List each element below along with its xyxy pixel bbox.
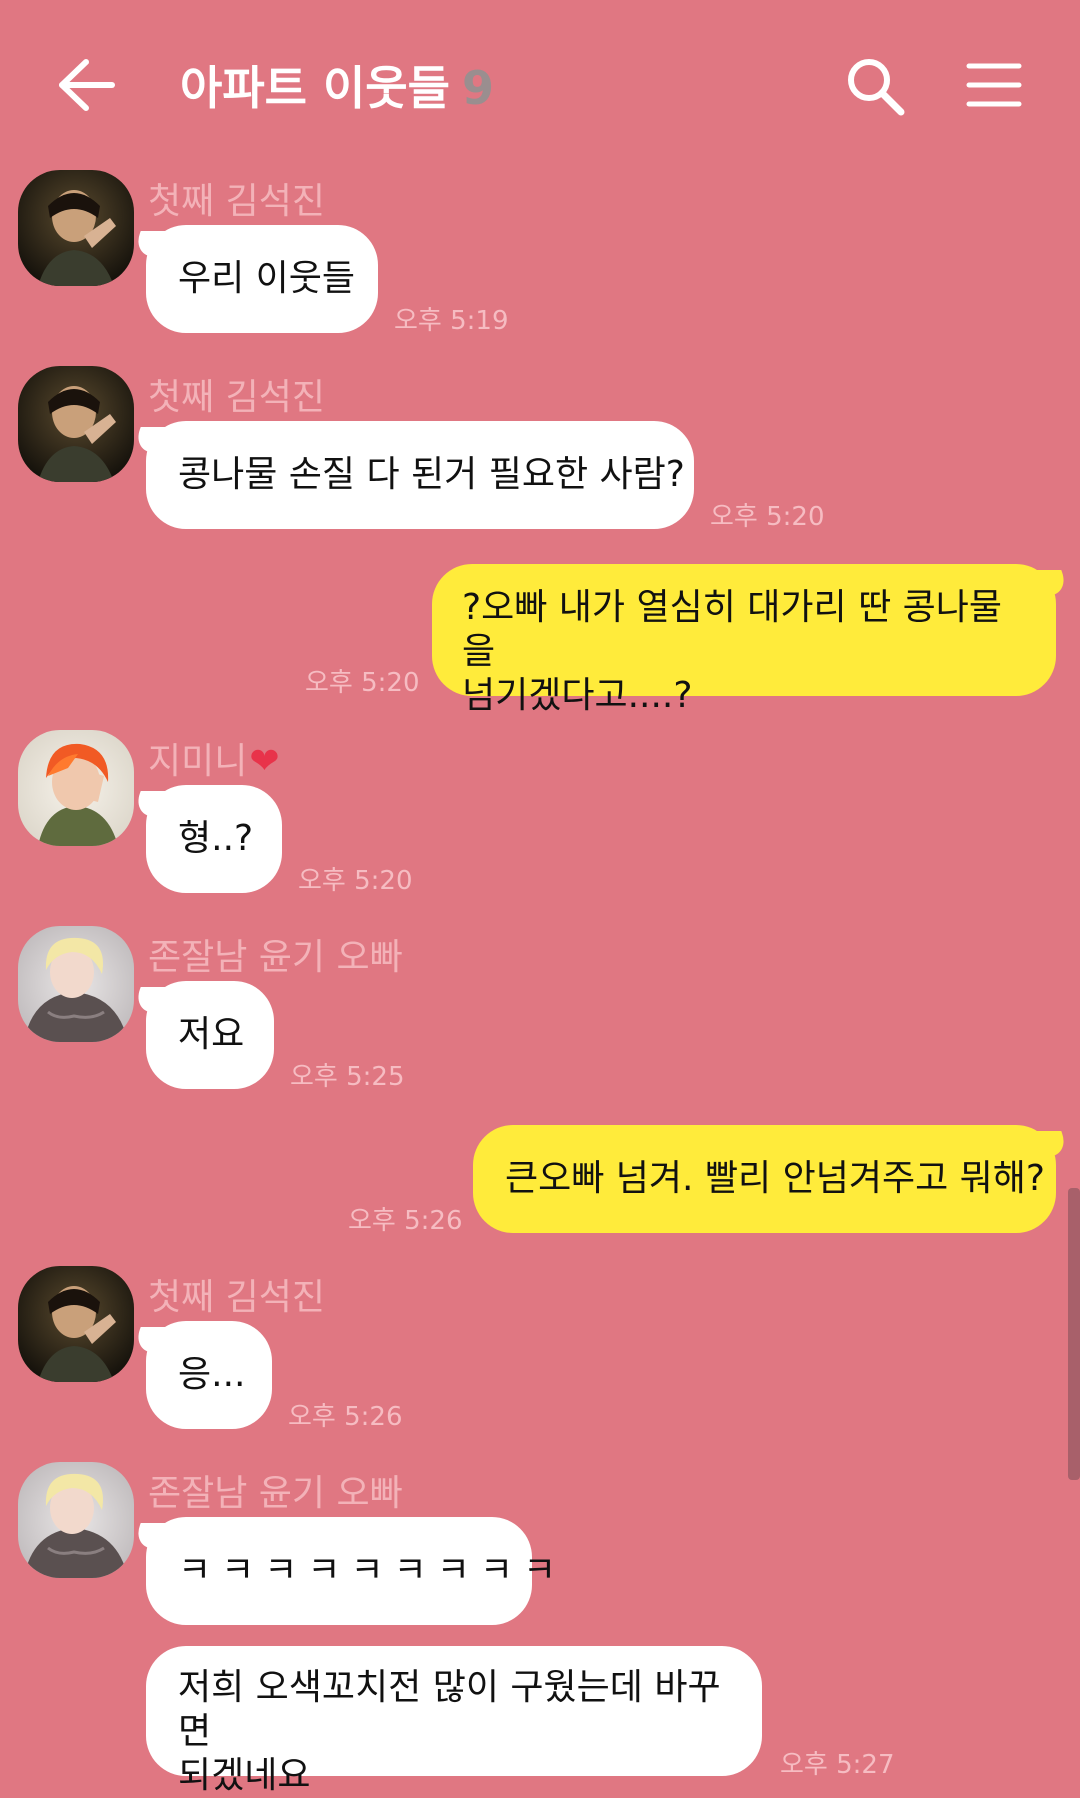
sender-name: 지미니❤ <box>148 732 280 784</box>
message-line: ?오빠 내가 열심히 대가리 딴 콩나물을 <box>462 587 1003 672</box>
arrow-left-icon <box>59 59 115 111</box>
message-bubble[interactable]: 우리 이웃들 <box>146 225 378 333</box>
message-line: 저희 오색꼬치전 많이 구웠는데 바꾸면 <box>178 1667 721 1752</box>
message-line: 넘기겠다고....? <box>462 675 693 716</box>
sender-name: 존잘남 윤기 오빠 <box>148 1473 403 1514</box>
hamburger-menu-icon <box>966 63 1022 107</box>
scrollbar[interactable] <box>1068 1188 1080 1480</box>
message-bubble[interactable]: 형..? <box>146 785 282 893</box>
sender-name: 첫째 김석진 <box>148 181 326 222</box>
message-time: 오후 5:27 <box>780 1750 895 1780</box>
message-bubble-outgoing[interactable]: ?오빠 내가 열심히 대가리 딴 콩나물을 넘기겠다고....? <box>432 564 1056 716</box>
menu-button[interactable] <box>966 60 1022 110</box>
message-bubble[interactable]: 콩나물 손질 다 된거 필요한 사람? <box>146 421 694 529</box>
avatar-jimin[interactable] <box>18 730 134 846</box>
sender-name: 첫째 김석진 <box>148 377 326 418</box>
message-bubble[interactable]: 저희 오색꼬치전 많이 구웠는데 바꾸면 되겠네요 <box>146 1646 762 1796</box>
back-button[interactable] <box>54 50 134 120</box>
heart-icon: ❤ <box>249 741 280 782</box>
sender-name-text: 지미니 <box>148 741 248 782</box>
message-time: 오후 5:26 <box>288 1402 403 1432</box>
message-bubble[interactable]: ㅋㅋㅋㅋㅋㅋㅋㅋㅋ <box>146 1517 556 1625</box>
message-time: 오후 5:19 <box>394 306 509 336</box>
message-time: 오후 5:26 <box>348 1206 463 1236</box>
search-icon <box>848 59 905 116</box>
message-time: 오후 5:25 <box>290 1062 405 1092</box>
message-bubble-outgoing[interactable]: 큰오빠 넘겨. 빨리 안넘겨주고 뭐해? <box>473 1125 1056 1233</box>
avatar-jin[interactable] <box>18 366 134 482</box>
chat-room-name: 아파트 이웃들 <box>180 61 450 115</box>
message-bubble[interactable]: 응... <box>146 1321 272 1429</box>
sender-name: 존잘남 윤기 오빠 <box>148 937 403 978</box>
avatar-jin[interactable] <box>18 1266 134 1382</box>
message-time: 오후 5:20 <box>710 502 825 532</box>
search-button[interactable] <box>845 56 907 118</box>
message-time: 오후 5:20 <box>298 866 413 896</box>
chat-header: 아파트 이웃들 9 <box>0 0 1080 170</box>
member-count: 9 <box>461 61 494 115</box>
message-bubble[interactable]: 저요 <box>146 981 274 1089</box>
chat-title: 아파트 이웃들 9 <box>180 52 494 118</box>
message-line: 되겠네요 <box>178 1755 311 1796</box>
avatar-jin[interactable] <box>18 170 134 286</box>
message-time: 오후 5:20 <box>305 668 420 698</box>
sender-name: 첫째 김석진 <box>148 1277 326 1318</box>
avatar-yoongi[interactable] <box>18 926 134 1042</box>
avatar-yoongi[interactable] <box>18 1462 134 1578</box>
